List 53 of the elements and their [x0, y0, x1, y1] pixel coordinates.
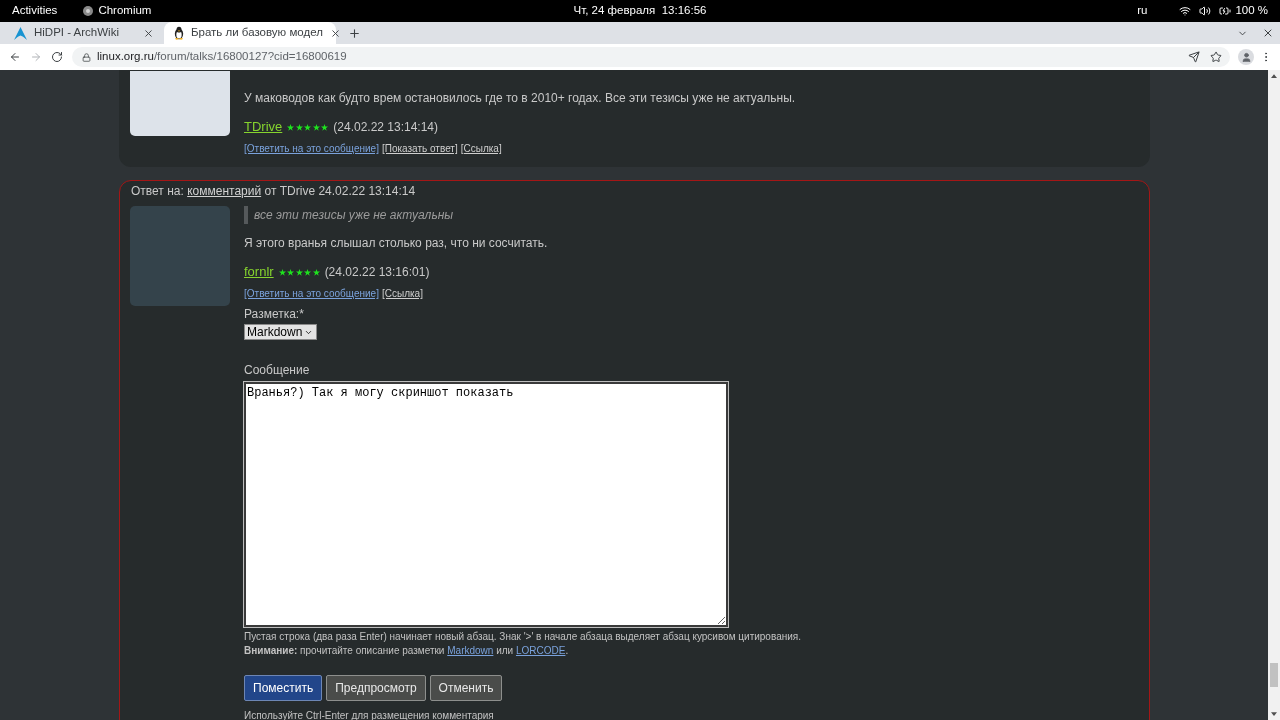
- submit-button[interactable]: Поместить: [244, 675, 323, 701]
- message-field[interactable]: Вранья?) Так я могу скриншот показать: [244, 382, 728, 627]
- markup-label: Разметка:*: [244, 306, 304, 322]
- battery-icon[interactable]: [1219, 5, 1232, 17]
- volume-icon[interactable]: [1199, 5, 1212, 17]
- browser-tab[interactable]: Брать ли базовую модел: [164, 22, 336, 44]
- author-link[interactable]: TDrive: [244, 119, 283, 135]
- scrollbar-thumb[interactable]: [1270, 663, 1278, 687]
- comment-text: Я этого вранья слышал столько раз, что ни сосчитать.: [244, 235, 548, 251]
- address-url: linux.org.ru/forum/talks/16800127?cid=16800619: [97, 49, 347, 65]
- user-avatar-icon[interactable]: [1238, 49, 1254, 65]
- post-date: (24.02.22 13:16:01): [324, 264, 430, 280]
- scrollbar[interactable]: [1268, 70, 1280, 720]
- caret-up-icon[interactable]: [1271, 74, 1277, 78]
- close-icon[interactable]: [143, 27, 154, 39]
- form-button[interactable]: Отменить: [429, 675, 503, 701]
- battery-percent: 100 %: [1235, 3, 1268, 19]
- app-circle-icon: [83, 6, 94, 16]
- activities-button[interactable]: Activities: [12, 2, 58, 20]
- app-menu-button[interactable]: Chromium: [98, 2, 152, 20]
- plus-icon[interactable]: [348, 26, 361, 40]
- back-icon[interactable]: [9, 51, 21, 63]
- comment-action-link[interactable]: [Ответить на это сообщение]: [244, 287, 379, 300]
- keyboard-layout-indicator[interactable]: ru: [1137, 2, 1148, 20]
- markup-select[interactable]: Markdown: [244, 324, 317, 340]
- markup-hint: Пустая строка (два раза Enter) начинает новый абзац. Знак '>' в начале абзаца выделяет абзац курсивом цитирования.: [244, 630, 801, 643]
- reply-header: Ответ на: комментарий от TDrive 24.02.22 13:14:14: [130, 183, 416, 199]
- post-date: (24.02.22 13:14:14): [333, 119, 439, 135]
- author-link[interactable]: fornlr: [244, 264, 274, 280]
- form-button[interactable]: Предпросмотр: [326, 675, 426, 701]
- peak-logo-icon: [14, 26, 27, 40]
- comment-action-link[interactable]: [Показать ответ]: [381, 142, 458, 155]
- markup-guide-link[interactable]: Markdown: [447, 645, 494, 656]
- comment-action-link[interactable]: [Ссылка]: [381, 287, 423, 300]
- caret-down-icon[interactable]: [1271, 712, 1277, 716]
- comment-text: У маководов как будто врем остановилось где то в 2010+ годах. Все эти тезисы уже не актуальны.: [244, 90, 796, 106]
- browser-tab[interactable]: HiDPI - ArchWiki: [4, 22, 164, 44]
- message-label: Сообщение: [244, 362, 310, 378]
- paper-plane-icon[interactable]: [1188, 51, 1200, 63]
- star-outline-icon[interactable]: [1210, 51, 1222, 63]
- close-icon[interactable]: [329, 27, 341, 39]
- clock-text[interactable]: Чт, 24 февраля 13:16:56: [573, 2, 707, 20]
- comment-action-link[interactable]: [Ссылка]: [460, 142, 502, 155]
- close-icon[interactable]: [1262, 27, 1274, 39]
- comment-link[interactable]: комментарий: [187, 184, 262, 198]
- wifi-icon[interactable]: [1179, 5, 1192, 17]
- address-field[interactable]: linux.org.ru/forum/talks/16800127?cid=16800619: [72, 47, 1230, 67]
- comment-action-link[interactable]: [Ответить на это сообщение]: [244, 142, 379, 155]
- lock-icon: [82, 52, 91, 62]
- penguin-icon: [174, 26, 184, 40]
- markup-notice: Внимание: прочитайте описание разметки Markdown или LORCODE.: [244, 644, 569, 657]
- quoted-text: все эти тезисы уже не актуальны: [244, 206, 454, 224]
- reload-icon[interactable]: [51, 51, 63, 63]
